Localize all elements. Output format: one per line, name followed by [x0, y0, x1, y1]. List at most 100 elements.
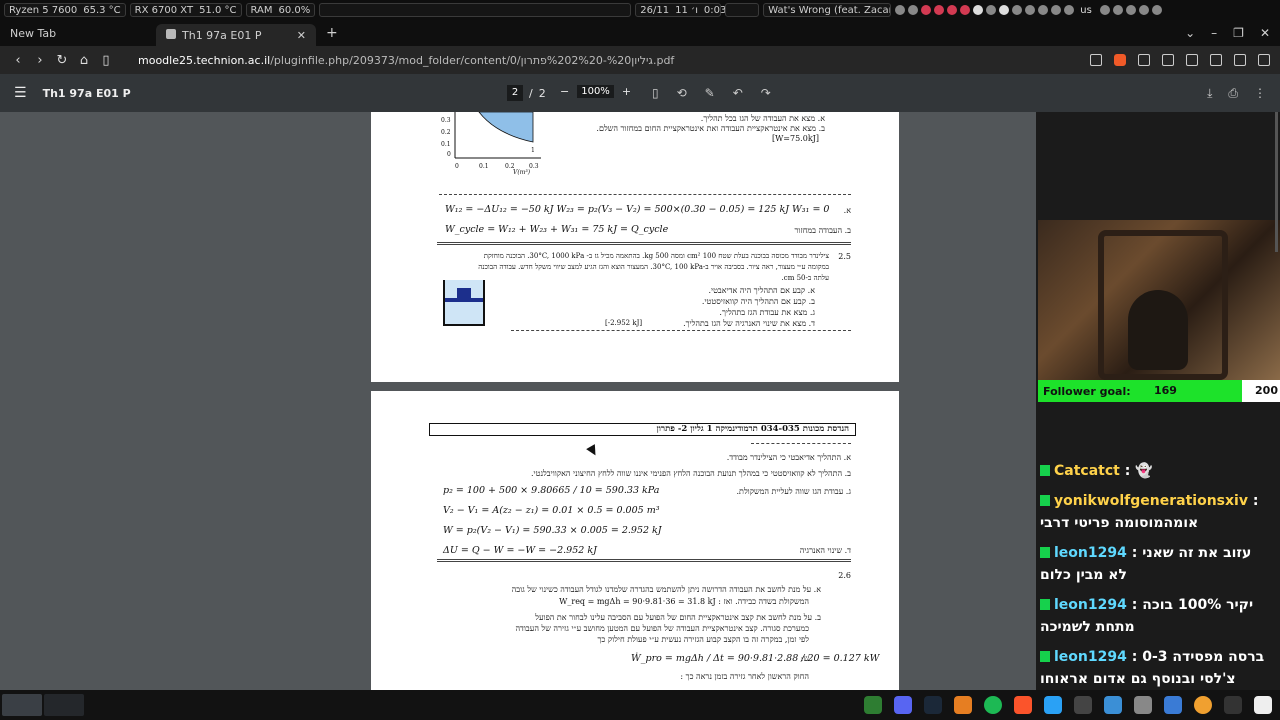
tray-icon[interactable] [921, 5, 932, 15]
undo-icon[interactable]: ↶ [733, 86, 743, 100]
tray-icon[interactable] [1051, 5, 1062, 15]
minimize-icon[interactable]: – [1211, 26, 1217, 40]
app-icon[interactable] [1104, 696, 1122, 714]
page-number-input[interactable]: 2 [507, 85, 523, 101]
goal-current: 169 [1154, 384, 1177, 397]
tray-icon[interactable] [960, 5, 971, 15]
q26-b-line2: כמערכת סגורה. קצב אינטראקציית העבודה של … [515, 624, 809, 633]
app-icon[interactable] [1254, 696, 1272, 714]
url-field[interactable]: moodle25.technion.ac.il /pluginfile.php/… [126, 49, 1080, 71]
menu-icon[interactable]: ☰ [14, 85, 27, 101]
steam-icon[interactable] [924, 696, 942, 714]
back-icon[interactable]: ‹ [8, 53, 28, 68]
tray-icon[interactable] [908, 5, 919, 15]
bookmark-icon[interactable]: ▯ [96, 53, 116, 68]
tray-icon[interactable] [1112, 5, 1123, 15]
q25-d: ד. מצא את שינוי האנרגיה של הגז בתהליך. [683, 319, 815, 328]
tab-pdf[interactable]: Th1 97a E01 P ✕ [156, 24, 316, 46]
terminal-icon[interactable] [1224, 696, 1242, 714]
tray-icon[interactable] [1012, 5, 1023, 15]
date-label: 26/11 [640, 4, 670, 16]
clock-widget[interactable]: 26/11 ו׳ 11 0:03 [635, 3, 726, 17]
app-icon[interactable] [1074, 696, 1092, 714]
answer-c-eq3: W = p₂(V₂ − V₁) = 590.33 × 0.005 = 2.952… [443, 525, 662, 536]
profile-icon[interactable] [1234, 54, 1246, 66]
zoom-in-icon[interactable]: + [622, 85, 631, 98]
home-icon[interactable]: ⌂ [74, 53, 94, 68]
lamp-image [1128, 290, 1188, 370]
rotate-icon[interactable]: ⟲ [677, 86, 687, 100]
window-thumbnail[interactable] [44, 694, 84, 716]
obs-icon[interactable] [954, 696, 972, 714]
folder-icon[interactable] [1134, 696, 1152, 714]
answer-c-eq2: V₂ − V₁ = A(z₂ − z₁) = 0.01 × 0.5 = 0.00… [443, 505, 660, 516]
android-icon[interactable] [864, 696, 882, 714]
cylinder-figure [443, 280, 485, 326]
chat-message: leon1294 : יקיר 100% בוכה מתחת לשמיכה [1036, 592, 1280, 644]
scrollbar[interactable] [1275, 112, 1278, 252]
discord-icon[interactable] [894, 696, 912, 714]
fit-page-icon[interactable]: ▯ [652, 86, 659, 100]
chevron-down-icon[interactable]: ⌄ [1185, 26, 1195, 40]
annotate-icon[interactable]: ✎ [705, 86, 715, 100]
share-icon[interactable] [1090, 54, 1102, 66]
empty-widget [725, 3, 760, 17]
app-icon[interactable] [1164, 696, 1182, 714]
q25-text-2: במקומה ע״י מעצור, ראה ציור. בסביבה אויר … [478, 263, 829, 271]
tray-icon[interactable] [947, 5, 958, 15]
close-icon[interactable]: ✕ [297, 29, 306, 42]
tray-icon[interactable] [1099, 5, 1110, 15]
q25-answer: [-2.952 kJ] [605, 319, 643, 327]
pdf-viewer[interactable]: 0.3 0.2 0.1 0 0 0.1 0.2 0.3 V(m³) 1 א. מ… [0, 112, 1036, 690]
tray-icon[interactable] [973, 5, 984, 15]
keyboard-layout[interactable]: us [1080, 5, 1092, 16]
tray-icon[interactable] [1025, 5, 1036, 15]
new-tab-button[interactable]: + [326, 25, 338, 41]
maximize-icon[interactable]: ❐ [1233, 26, 1244, 40]
close-window-icon[interactable]: ✕ [1260, 26, 1270, 40]
address-toolbar: ‹ › ↻ ⌂ ▯ moodle25.technion.ac.il /plugi… [0, 46, 1280, 74]
spotify-icon[interactable] [984, 696, 1002, 714]
tray-icon[interactable] [999, 5, 1010, 15]
badge-icon [1040, 651, 1050, 662]
sidebar-icon[interactable] [1210, 54, 1222, 66]
window-thumbnail[interactable] [2, 694, 42, 716]
puzzle-icon[interactable] [1162, 54, 1174, 66]
brave-icon[interactable] [1014, 696, 1032, 714]
tray-icon[interactable] [895, 5, 906, 15]
zoom-level-input[interactable]: 100% [577, 85, 614, 98]
badge-icon [1040, 547, 1050, 558]
app-icon[interactable] [1044, 696, 1062, 714]
badge-icon [1040, 495, 1050, 506]
pdf-file-actions: ⤓ ⎙ ⋮ [1207, 86, 1266, 101]
redo-icon[interactable]: ↷ [761, 86, 771, 100]
tray-icon[interactable] [1064, 5, 1075, 15]
reload-icon[interactable]: ↻ [52, 53, 72, 68]
chat-message: yonikwolfgenerationsxiv : אומהמוסומה פרי… [1036, 488, 1280, 540]
cpu-temp: 65.3 °C [83, 4, 121, 16]
download-icon[interactable]: ⤓ [1207, 86, 1212, 101]
chat-feed: Catcatct : 👻 yonikwolfgenerationsxiv : או… [1036, 458, 1280, 696]
tab-new[interactable]: New Tab [0, 22, 156, 44]
page-total: 2 [538, 86, 546, 100]
tray-icon[interactable] [1038, 5, 1049, 15]
tray-icon[interactable] [1125, 5, 1136, 15]
stream-overlay: Follower goal: 169 200 Catcatct : 👻 yonik… [1036, 112, 1280, 690]
tray-icon[interactable] [1151, 5, 1162, 15]
brave-shields-icon[interactable] [1114, 54, 1126, 66]
gpu-label: RX 6700 XT [134, 4, 194, 16]
print-icon[interactable]: ⎙ [1228, 86, 1238, 101]
forward-icon[interactable]: › [30, 53, 50, 68]
tray-icon[interactable] [934, 5, 945, 15]
tray-icon[interactable] [1138, 5, 1149, 15]
wallet-icon[interactable] [1186, 54, 1198, 66]
extension-icon[interactable] [1138, 54, 1150, 66]
media-widget[interactable]: Wat's Wrong (feat. Zacari & [763, 3, 892, 17]
zoom-out-icon[interactable]: − [560, 85, 569, 98]
workspace-bar[interactable] [319, 3, 632, 17]
tray-icon[interactable] [986, 5, 997, 15]
menu-icon[interactable] [1258, 54, 1270, 66]
app-icon[interactable] [1194, 696, 1212, 714]
badge-icon [1040, 465, 1050, 476]
more-icon[interactable]: ⋮ [1254, 86, 1266, 101]
